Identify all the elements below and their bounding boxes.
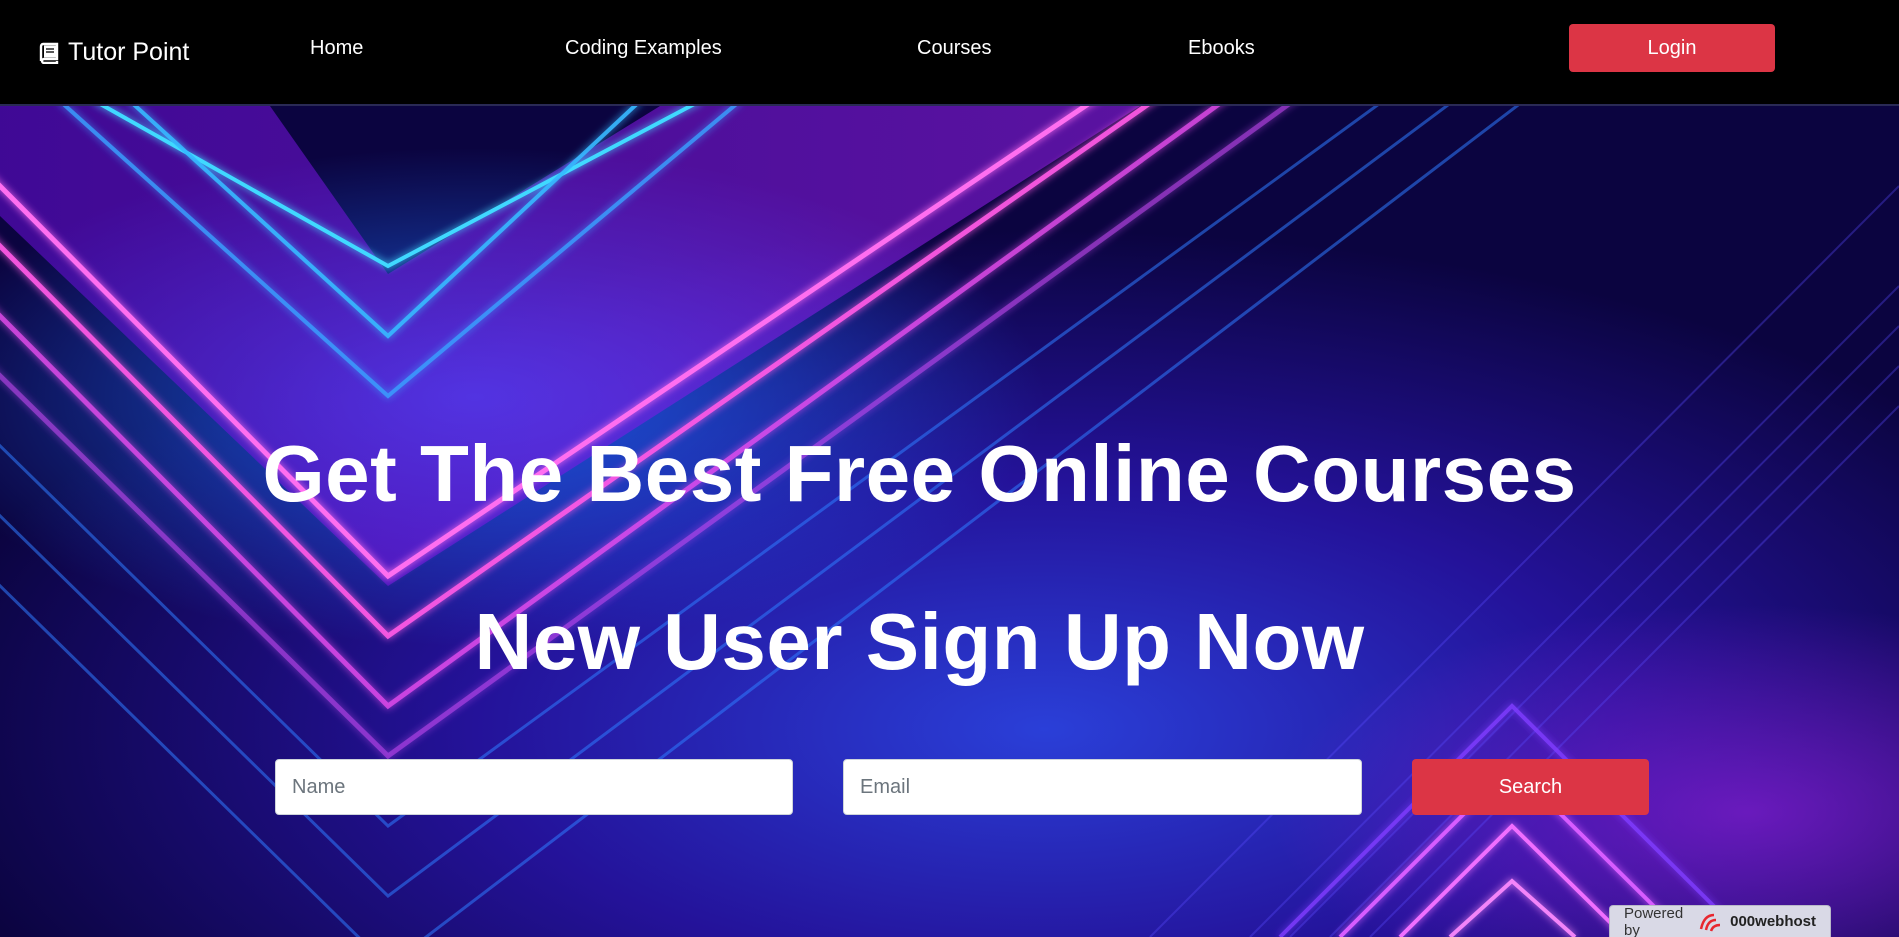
nav-coding-examples[interactable]: Coding Examples bbox=[565, 37, 722, 60]
brand-name: Tutor Point bbox=[68, 38, 190, 66]
host-logo: 000webhost bbox=[1698, 911, 1816, 933]
nav-ebooks[interactable]: Ebooks bbox=[1188, 37, 1255, 60]
login-button[interactable]: Login bbox=[1569, 24, 1775, 72]
powered-by-label: Powered by bbox=[1624, 904, 1684, 937]
name-input[interactable] bbox=[275, 759, 793, 815]
book-icon bbox=[38, 42, 60, 64]
powered-by-badge[interactable]: Powered by 000webhost bbox=[1609, 905, 1831, 937]
hero-section: Get The Best Free Online Courses New Use… bbox=[0, 106, 1899, 937]
000webhost-logo-icon bbox=[1699, 913, 1721, 931]
email-input[interactable] bbox=[843, 759, 1362, 815]
brand-link[interactable]: Tutor Point bbox=[38, 38, 189, 67]
hero-subheadline: New User Sign Up Now bbox=[474, 597, 1365, 686]
host-name: 000webhost bbox=[1730, 913, 1816, 930]
nav-courses[interactable]: Courses bbox=[917, 37, 991, 60]
search-button[interactable]: Search bbox=[1412, 759, 1649, 815]
navbar: Tutor Point Home Coding Examples Courses… bbox=[0, 0, 1899, 106]
hero-headline: Get The Best Free Online Courses bbox=[262, 429, 1577, 518]
nav-home[interactable]: Home bbox=[310, 37, 363, 60]
